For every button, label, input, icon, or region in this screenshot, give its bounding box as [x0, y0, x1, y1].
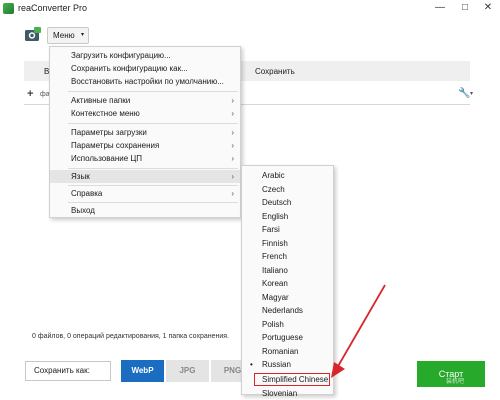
language-label: Nederlands	[262, 306, 303, 315]
language-item-polish[interactable]: Polish	[242, 318, 333, 332]
language-item-deutsch[interactable]: Deutsch	[242, 196, 333, 210]
language-label: Finnish	[262, 239, 288, 248]
menu-item-label: Активные папки	[71, 96, 130, 105]
converter-tool-icon	[24, 26, 42, 44]
app-logo-icon	[3, 3, 14, 14]
status-text: 0 файлов, 0 операций редактирования, 1 п…	[32, 333, 229, 340]
language-item-portuguese[interactable]: Portuguese	[242, 331, 333, 345]
chevron-right-icon: ›	[231, 94, 234, 107]
minimize-icon[interactable]: —	[433, 1, 447, 15]
menu-item-label: Использование ЦП	[71, 154, 142, 163]
menu-item-restore-defaults[interactable]: Восстановить настройки по умолчанию...	[50, 75, 240, 88]
language-item-korean[interactable]: Korean	[242, 277, 333, 291]
language-item-romanian[interactable]: Romanian	[242, 345, 333, 359]
menu-separator	[68, 168, 238, 169]
menu-separator	[68, 202, 238, 203]
menu-item-label: Выход	[71, 206, 95, 215]
menu-item-language[interactable]: Язык ›	[50, 170, 240, 183]
language-label: Czech	[262, 185, 285, 194]
menu-item-load-config[interactable]: Загрузить конфигурацию...	[50, 49, 240, 62]
language-item-czech[interactable]: Czech	[242, 183, 333, 197]
chevron-right-icon: ›	[231, 187, 234, 200]
menu-item-load-params[interactable]: Параметры загрузки ›	[50, 126, 240, 139]
language-label: Polish	[262, 320, 284, 329]
language-label: Korean	[262, 279, 288, 288]
language-label: Romanian	[262, 347, 298, 356]
language-item-finnish[interactable]: Finnish	[242, 237, 333, 251]
format-webp-button[interactable]: WebP	[121, 360, 164, 382]
selected-bullet-icon: •	[250, 358, 253, 372]
language-label: Russian	[262, 360, 291, 369]
menu-item-cpu-usage[interactable]: Использование ЦП ›	[50, 152, 240, 165]
chevron-right-icon: ›	[231, 170, 234, 183]
language-label: Slovenian	[262, 389, 297, 398]
chevron-down-icon: ▾	[81, 28, 84, 43]
language-item-russian[interactable]: • Russian	[242, 358, 333, 372]
annotation-highlight-box	[254, 373, 330, 386]
chevron-right-icon: ›	[231, 139, 234, 152]
menu-item-label: Сохранить конфигурацию как...	[71, 64, 188, 73]
annotation-arrow-icon	[325, 280, 395, 390]
menu-item-exit[interactable]: Выход	[50, 204, 240, 217]
language-label: Deutsch	[262, 198, 291, 207]
language-submenu: Arabic Czech Deutsch English Farsi Finni…	[241, 165, 334, 395]
menu-item-label: Справка	[71, 189, 102, 198]
chevron-right-icon: ›	[231, 126, 234, 139]
menu-button[interactable]: Меню ▾	[47, 27, 89, 44]
window-title: reaConverter Pro	[18, 3, 87, 13]
menu-item-label: Контекстное меню	[71, 109, 140, 118]
language-item-farsi[interactable]: Farsi	[242, 223, 333, 237]
language-label: Portuguese	[262, 333, 303, 342]
language-item-italiano[interactable]: Italiano	[242, 264, 333, 278]
menu-item-save-config[interactable]: Сохранить конфигурацию как...	[50, 62, 240, 75]
wrench-icon[interactable]: 🔧	[458, 88, 470, 99]
menu-separator	[68, 91, 238, 92]
format-jpg-button[interactable]: JPG	[166, 360, 209, 382]
maximize-icon[interactable]: □	[458, 1, 472, 15]
menu-item-active-folders[interactable]: Активные папки ›	[50, 94, 240, 107]
chevron-right-icon: ›	[231, 152, 234, 165]
menu-item-label: Параметры загрузки	[71, 128, 147, 137]
menu-separator	[68, 185, 238, 186]
language-label: Magyar	[262, 293, 289, 302]
menu-item-label: Параметры сохранения	[71, 141, 159, 150]
language-item-magyar[interactable]: Magyar	[242, 291, 333, 305]
language-item-nederlands[interactable]: Nederlands	[242, 304, 333, 318]
close-icon[interactable]: ✕	[481, 1, 495, 15]
language-label: Farsi	[262, 225, 280, 234]
menu-button-label: Меню	[53, 31, 75, 40]
menu-item-label: Восстановить настройки по умолчанию...	[71, 77, 224, 86]
language-item-slovenian[interactable]: Slovenian	[242, 387, 333, 400]
main-menu-dropdown: Загрузить конфигурацию... Сохранить конф…	[49, 46, 241, 218]
language-item-french[interactable]: French	[242, 250, 333, 264]
save-as-label: Сохранить как:	[25, 361, 111, 381]
language-label: Italiano	[262, 266, 288, 275]
menu-separator	[68, 123, 238, 124]
language-item-english[interactable]: English	[242, 210, 333, 224]
language-label: French	[262, 252, 287, 261]
watermark: 装机吧	[446, 376, 464, 385]
add-icon[interactable]: +	[27, 88, 33, 100]
chevron-right-icon: ›	[231, 107, 234, 120]
language-label: English	[262, 212, 288, 221]
tab-save[interactable]: Сохранить	[255, 67, 295, 76]
language-item-arabic[interactable]: Arabic	[242, 169, 333, 183]
menu-item-label: Загрузить конфигурацию...	[71, 51, 171, 60]
menu-item-save-params[interactable]: Параметры сохранения ›	[50, 139, 240, 152]
menu-item-label: Язык	[71, 172, 90, 181]
language-label: Arabic	[262, 171, 285, 180]
chevron-down-icon[interactable]: ▾	[470, 90, 473, 97]
menu-item-context-menu[interactable]: Контекстное меню ›	[50, 107, 240, 120]
menu-item-help[interactable]: Справка ›	[50, 187, 240, 200]
